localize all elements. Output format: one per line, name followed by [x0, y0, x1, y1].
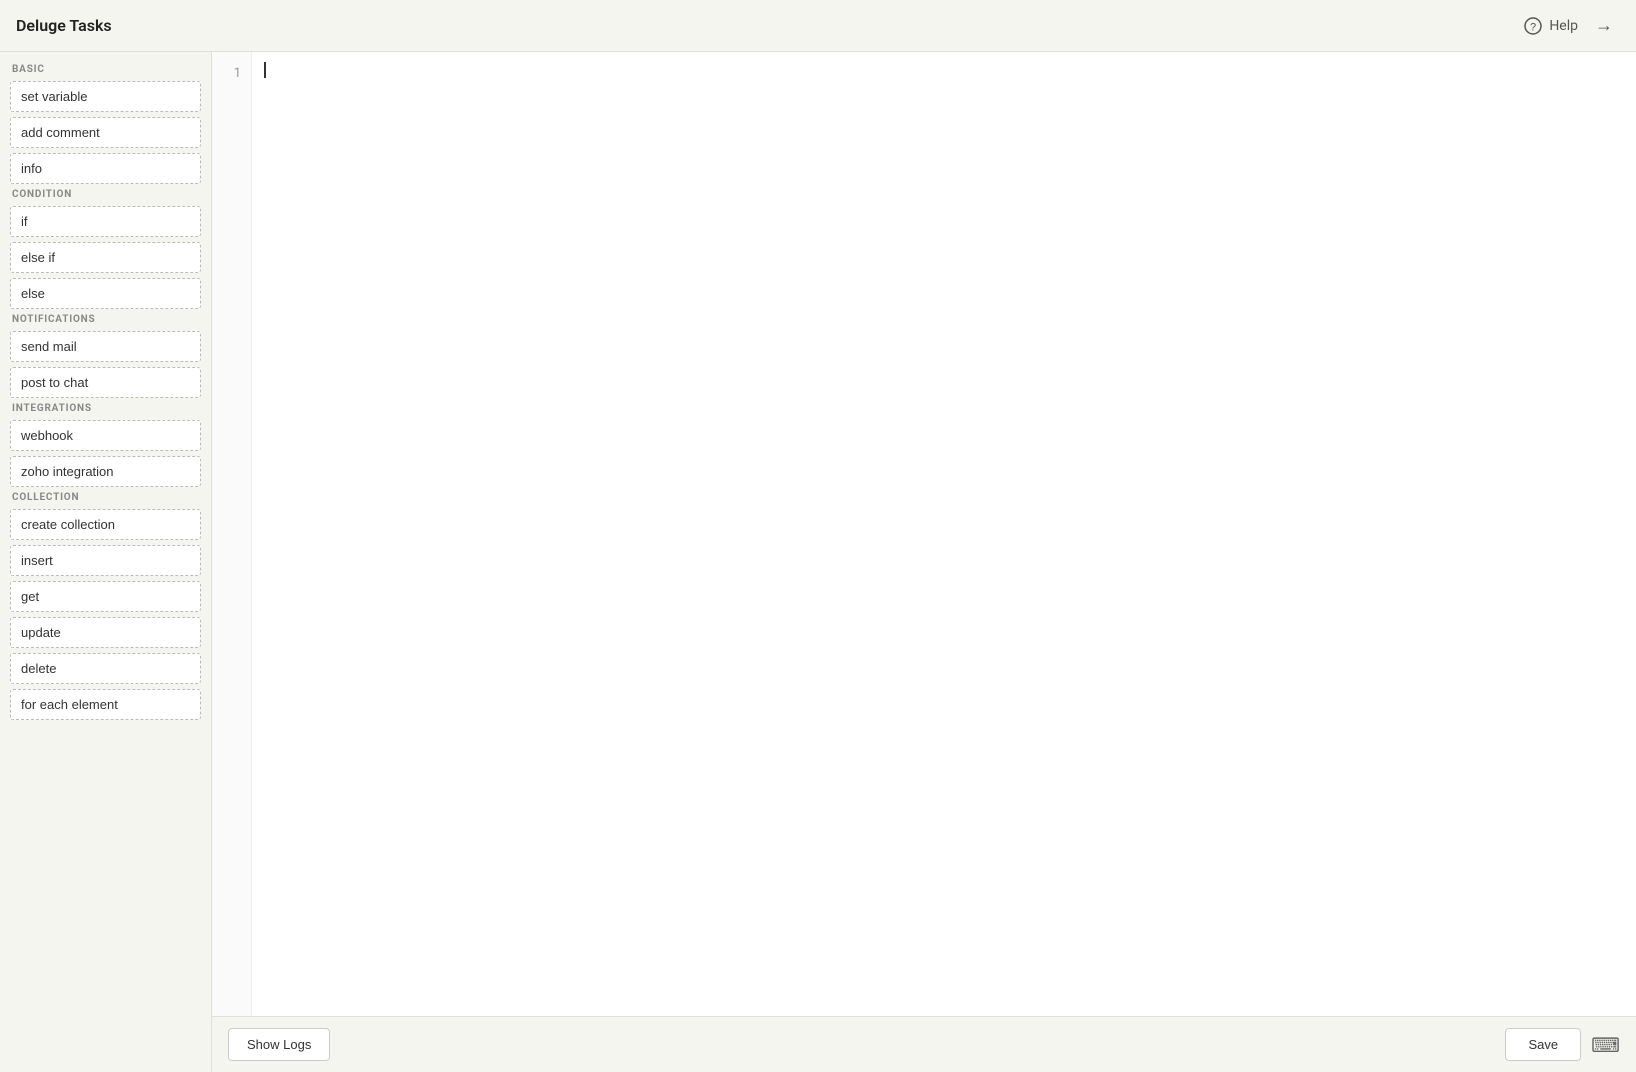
sidebar-item-post-to-chat[interactable]: post to chat	[10, 367, 201, 398]
help-label: Help	[1549, 18, 1578, 34]
editor-content: 1	[212, 52, 1636, 1016]
bottom-bar: Show Logs Save ⌨	[212, 1016, 1636, 1072]
sidebar-item-get[interactable]: get	[10, 581, 201, 612]
sidebar-item-for-each-element[interactable]: for each element	[10, 689, 201, 720]
sidebar-item-delete[interactable]: delete	[10, 653, 201, 684]
keyboard-icon[interactable]: ⌨	[1591, 1033, 1620, 1057]
line-number-1: 1	[212, 62, 251, 86]
arrow-right-icon: →	[1595, 15, 1613, 36]
save-button[interactable]: Save	[1505, 1028, 1581, 1061]
main-layout: BASIC set variable add comment info COND…	[0, 52, 1636, 1072]
app-title: Deluge Tasks	[16, 16, 112, 35]
section-collection: COLLECTION create collection insert get …	[10, 492, 201, 720]
sidebar-item-webhook[interactable]: webhook	[10, 420, 201, 451]
sidebar-item-set-variable[interactable]: set variable	[10, 81, 201, 112]
sidebar-item-info[interactable]: info	[10, 153, 201, 184]
sidebar-item-else[interactable]: else	[10, 278, 201, 309]
sidebar-item-create-collection[interactable]: create collection	[10, 509, 201, 540]
sidebar-item-else-if[interactable]: else if	[10, 242, 201, 273]
show-logs-button[interactable]: Show Logs	[228, 1028, 330, 1061]
bottom-left: Show Logs	[228, 1028, 330, 1061]
sidebar: BASIC set variable add comment info COND…	[0, 52, 212, 1072]
bottom-right: Save ⌨	[1505, 1028, 1620, 1061]
section-label-integrations: INTEGRATIONS	[10, 403, 201, 414]
section-label-collection: COLLECTION	[10, 492, 201, 503]
help-icon: ?	[1523, 16, 1543, 36]
editor-area: 1 Show Logs Save ⌨	[212, 52, 1636, 1072]
sidebar-item-insert[interactable]: insert	[10, 545, 201, 576]
sidebar-item-zoho-integration[interactable]: zoho integration	[10, 456, 201, 487]
collapse-right-button[interactable]: →	[1588, 10, 1620, 42]
sidebar-item-update[interactable]: update	[10, 617, 201, 648]
section-label-notifications: NOTIFICATIONS	[10, 314, 201, 325]
section-label-basic: BASIC	[10, 64, 201, 75]
section-basic: BASIC set variable add comment info	[10, 64, 201, 184]
code-input-area[interactable]	[252, 52, 1636, 1016]
header: Deluge Tasks ? Help →	[0, 0, 1636, 52]
text-cursor	[264, 62, 266, 78]
help-button[interactable]: ? Help	[1523, 16, 1578, 36]
section-notifications: NOTIFICATIONS send mail post to chat	[10, 314, 201, 398]
section-condition: CONDITION if else if else	[10, 189, 201, 309]
sidebar-item-if[interactable]: if	[10, 206, 201, 237]
section-label-condition: CONDITION	[10, 189, 201, 200]
section-integrations: INTEGRATIONS webhook zoho integration	[10, 403, 201, 487]
sidebar-item-send-mail[interactable]: send mail	[10, 331, 201, 362]
sidebar-item-add-comment[interactable]: add comment	[10, 117, 201, 148]
line-numbers: 1	[212, 52, 252, 1016]
svg-text:?: ?	[1530, 21, 1536, 33]
header-right: ? Help →	[1523, 10, 1620, 42]
